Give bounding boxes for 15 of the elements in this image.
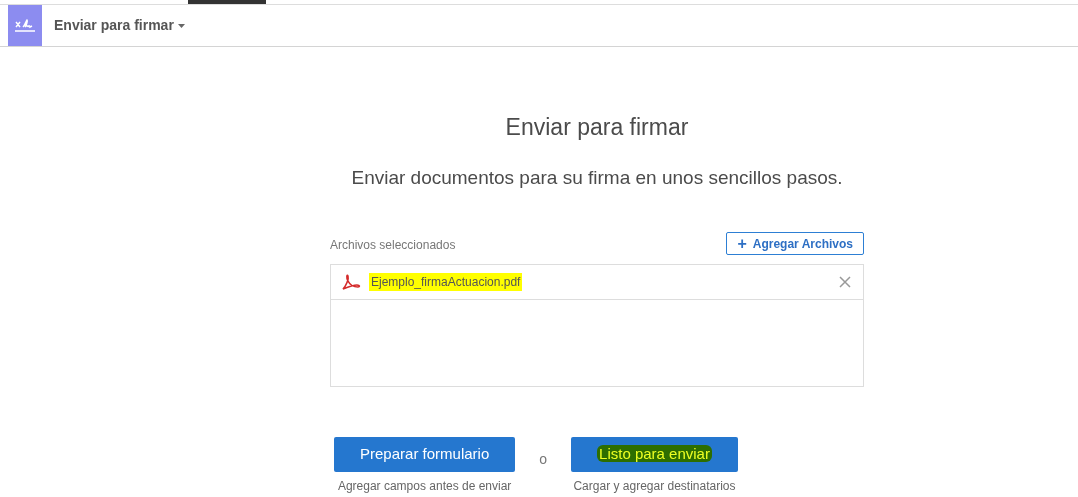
app-logo-icon [8, 5, 42, 46]
add-files-button[interactable]: + Agregar Archivos [726, 232, 864, 255]
action-caption: Cargar y agregar destinatarios [573, 479, 736, 493]
caret-icon [177, 23, 185, 28]
page-title: Enviar para firmar [505, 113, 689, 142]
page-subtitle: Enviar documentos para su firma en unos sencillos pasos. [351, 165, 843, 190]
pdf-icon [341, 273, 361, 291]
file-name: Ejemplo_firmaActuacion.pdf [369, 273, 523, 291]
title-dropdown[interactable]: Enviar para firmar [54, 15, 185, 36]
remove-file-icon[interactable] [839, 276, 851, 288]
action-button[interactable]: Preparar formulario [334, 437, 516, 472]
action-button[interactable]: Listo para enviar [571, 437, 738, 472]
action-caption: Agregar campos antes de enviar [337, 479, 512, 493]
separator-text: o [539, 450, 548, 469]
files-label: Archivos seleccionados [330, 237, 456, 254]
